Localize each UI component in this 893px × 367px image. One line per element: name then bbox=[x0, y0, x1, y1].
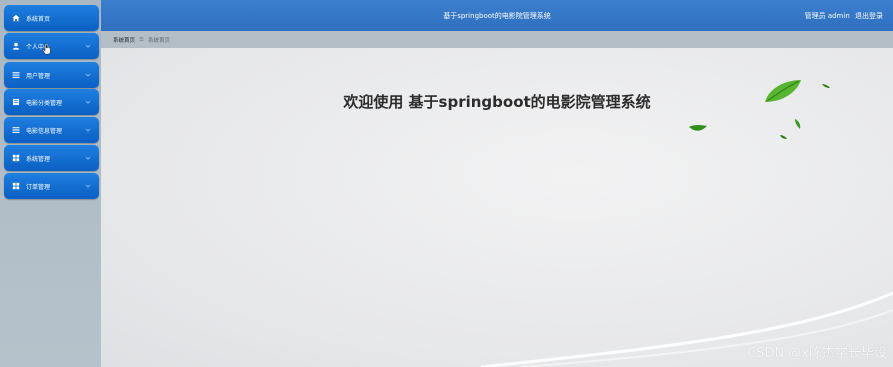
app-window: 系统首页 个人中心 用户管理 电影分类管理 电影信息管理 系统管理 订单管理 基… bbox=[0, 0, 893, 367]
logout-link[interactable]: 退出登录 bbox=[855, 12, 883, 20]
breadcrumb-separator: ☰ bbox=[139, 36, 144, 43]
sidebar-item-home[interactable]: 系统首页 bbox=[4, 5, 99, 31]
leaf-icon bbox=[822, 84, 830, 88]
breadcrumb: 系统首页 ☰ 系统首页 bbox=[101, 31, 893, 48]
app-title: 基于springboot的电影院管理系统 bbox=[443, 12, 551, 20]
sidebar-item-orders[interactable]: 订单管理 bbox=[4, 173, 99, 199]
chevron-down-icon bbox=[85, 72, 91, 78]
menu-icon bbox=[12, 71, 20, 79]
grid-icon bbox=[12, 154, 20, 162]
sidebar-item-label: 系统管理 bbox=[26, 155, 51, 163]
user-area: 管理员 admin 退出登录 bbox=[802, 11, 883, 21]
top-header: 基于springboot的电影院管理系统 管理员 admin 退出登录 bbox=[101, 0, 893, 31]
main-content: 欢迎使用 基于springboot的电影院管理系统 CSDN @x陈杰学长毕设 bbox=[101, 48, 893, 367]
chevron-down-icon bbox=[85, 127, 91, 133]
sidebar-item-label: 系统首页 bbox=[26, 15, 51, 23]
watermark: CSDN @x陈杰学长毕设 bbox=[747, 346, 887, 361]
sidebar-item-movie-info[interactable]: 电影信息管理 bbox=[4, 117, 99, 143]
leaf-icon bbox=[765, 80, 801, 102]
chevron-down-icon bbox=[85, 43, 91, 49]
sidebar-item-system[interactable]: 系统管理 bbox=[4, 145, 99, 171]
sidebar: 系统首页 个人中心 用户管理 电影分类管理 电影信息管理 系统管理 订单管理 bbox=[0, 0, 102, 367]
user-label: 管理员 admin bbox=[804, 12, 850, 20]
chevron-down-icon bbox=[85, 99, 91, 105]
user-icon bbox=[12, 42, 20, 50]
sidebar-item-label: 电影分类管理 bbox=[26, 99, 63, 107]
leaf-icon bbox=[780, 135, 787, 139]
home-icon bbox=[12, 14, 20, 22]
grid-icon bbox=[12, 182, 20, 190]
sidebar-item-label: 用户管理 bbox=[26, 72, 51, 80]
hand-cursor-icon bbox=[42, 40, 52, 55]
sidebar-item-label: 电影信息管理 bbox=[26, 127, 63, 135]
menu-icon bbox=[12, 126, 20, 134]
sidebar-item-label: 订单管理 bbox=[26, 183, 51, 191]
leaf-icon bbox=[689, 125, 707, 131]
book-icon bbox=[12, 98, 20, 106]
chevron-down-icon bbox=[85, 155, 91, 161]
breadcrumb-home[interactable]: 系统首页 bbox=[113, 36, 135, 44]
sidebar-item-users[interactable]: 用户管理 bbox=[4, 62, 99, 88]
breadcrumb-current: 系统首页 bbox=[147, 37, 170, 44]
leaf-icon bbox=[795, 119, 801, 129]
chevron-down-icon bbox=[85, 183, 91, 189]
sidebar-item-movie-category[interactable]: 电影分类管理 bbox=[4, 89, 99, 115]
